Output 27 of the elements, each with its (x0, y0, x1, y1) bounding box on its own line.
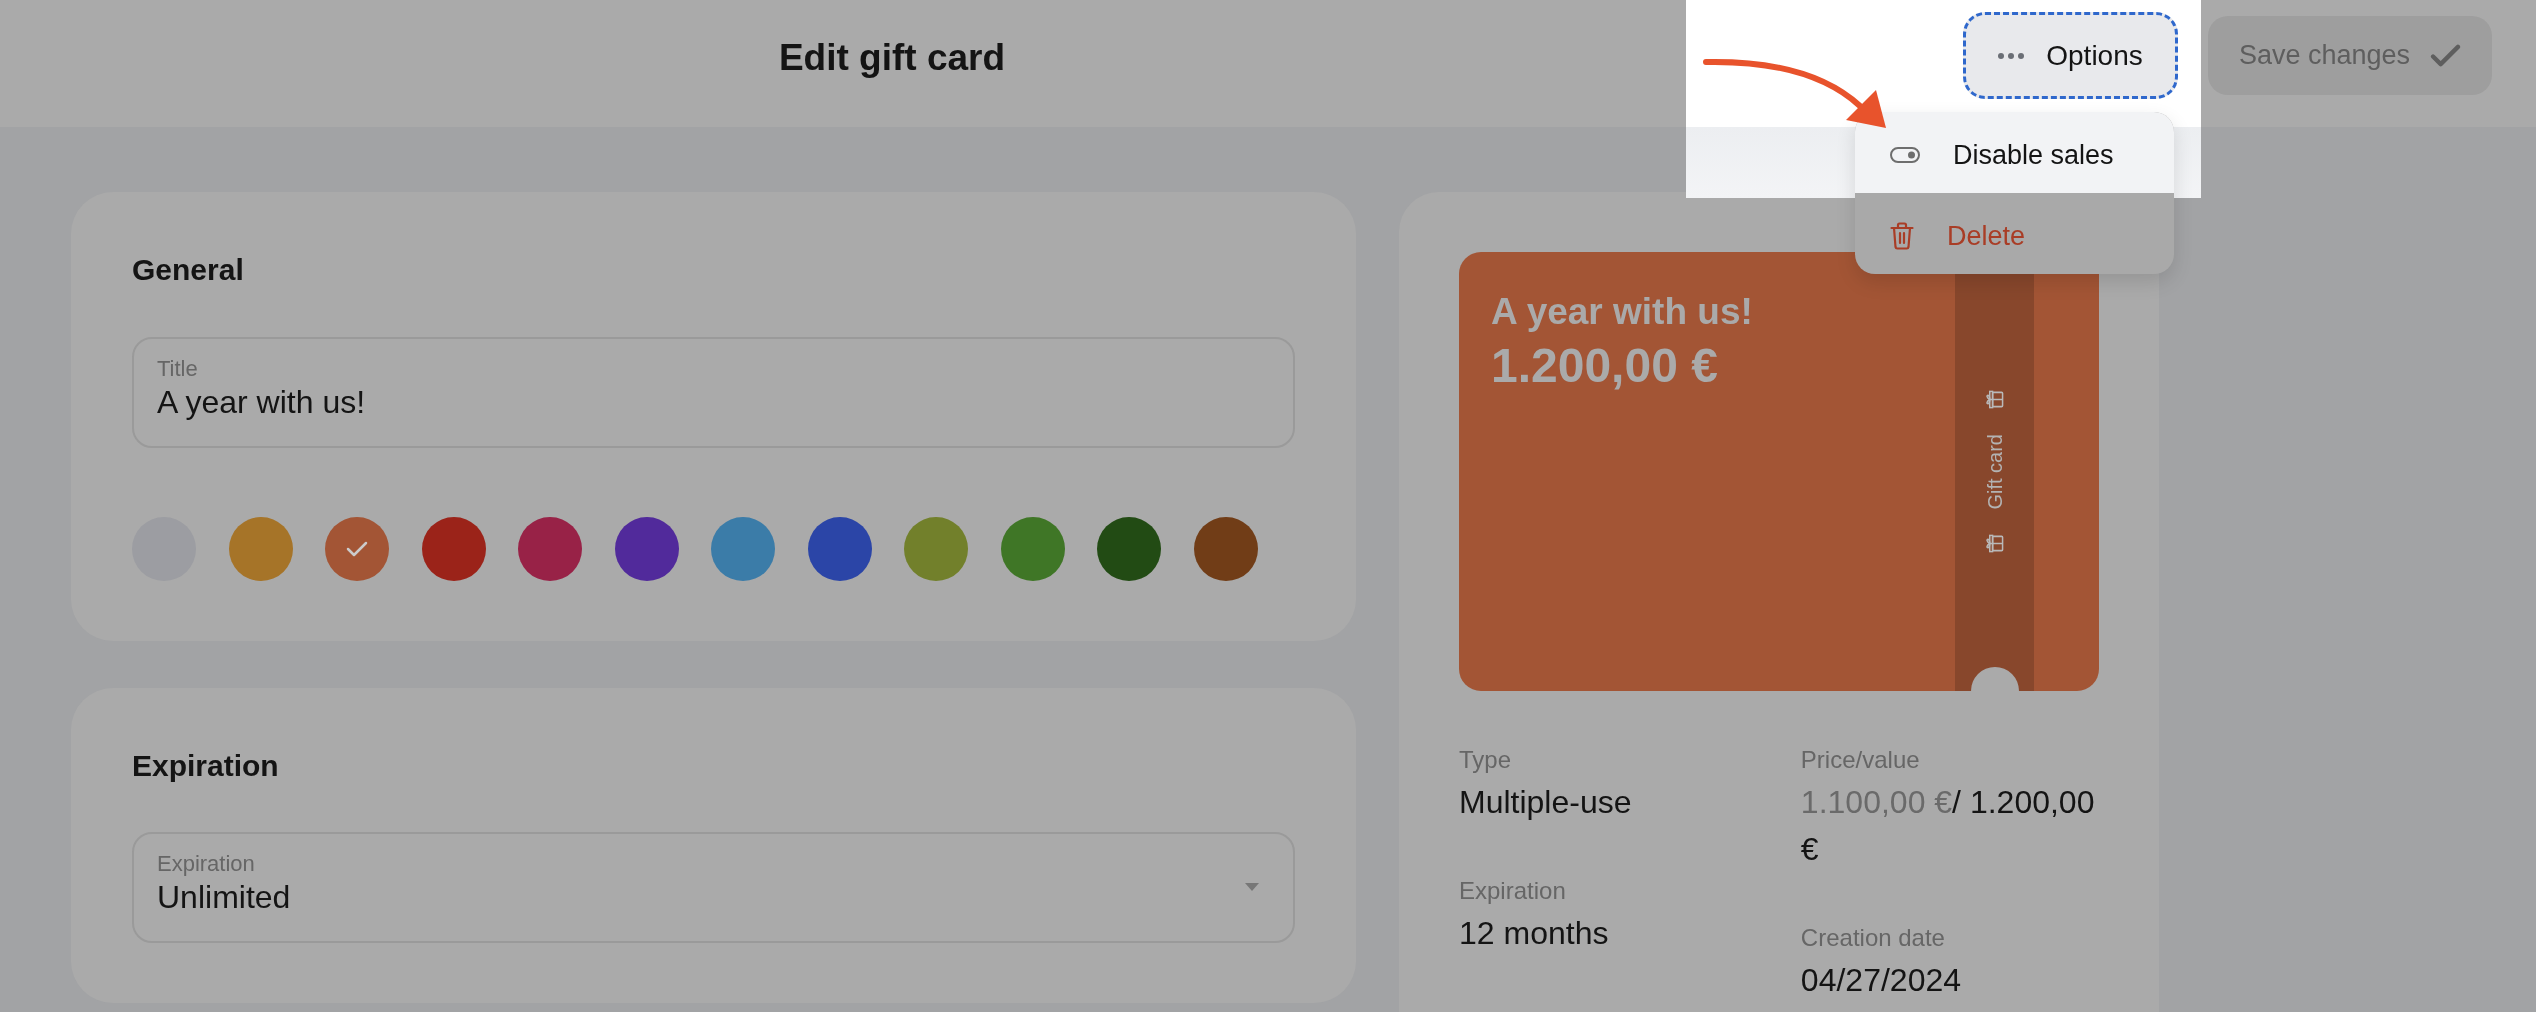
gift-icon (1985, 534, 2004, 554)
more-dots-icon (1998, 52, 2025, 59)
check-icon (345, 540, 369, 558)
page-title: Edit gift card (778, 35, 1006, 80)
card-amount: 1.200,00 € (1491, 338, 1718, 394)
card-title: A year with us! (1491, 290, 1753, 334)
detail-value: 1.100,00 €/ 1.200,00 € (1800, 783, 2096, 869)
detail-label: Expiration (1459, 876, 1567, 906)
section-heading: General (132, 252, 245, 288)
notch-cutout (1970, 667, 2019, 691)
detail-value: 04/27/2024 (1800, 961, 1961, 1000)
detail-label: Price/value (1800, 745, 1921, 775)
trash-icon (1890, 222, 1914, 250)
expiration-select[interactable]: Expiration Unlimited (132, 832, 1295, 943)
detail-value: 12 months (1459, 914, 1609, 953)
section-heading: Expiration (132, 748, 280, 784)
gift-icon (1985, 389, 2004, 409)
detail-value: Multiple-use (1459, 783, 1632, 822)
check-icon (2430, 44, 2462, 67)
detail-label: Type (1459, 745, 1513, 775)
title-field[interactable]: Title A year with us! (132, 337, 1295, 448)
caret-icon (1245, 883, 1259, 891)
stripe-label: Gift card (1982, 433, 2007, 510)
options-button[interactable]: Options (1963, 12, 2178, 99)
menu-item[interactable]: Disable sales (1855, 112, 2174, 193)
detail-label: Creation date (1800, 923, 1946, 953)
toggle-icon (1890, 147, 1920, 163)
